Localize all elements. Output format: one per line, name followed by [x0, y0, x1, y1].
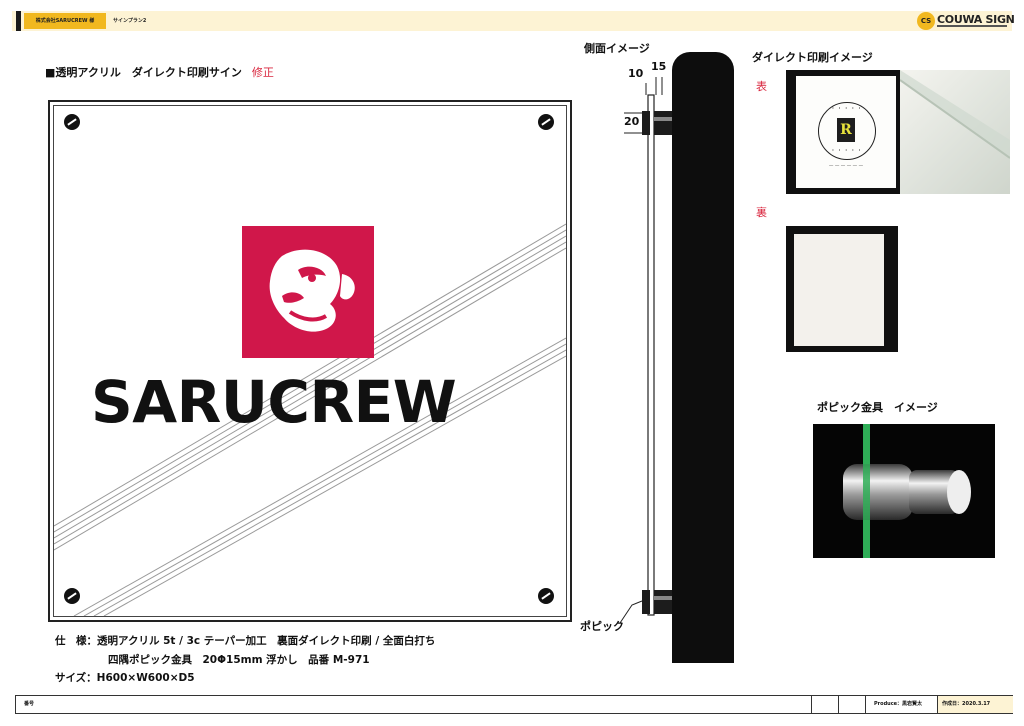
spec-line-1: 仕 様：透明アクリル 5t / 3c テーパー加工 裏面ダイレクト印刷 / 全面…	[55, 635, 436, 647]
spec-line-2: 四隅ポピック金具 20Φ15mm 浮かし 品番 M-971	[108, 654, 370, 666]
pobi-hardware-photo	[813, 424, 995, 558]
dimension-20: 20	[624, 115, 640, 128]
wall-section	[672, 52, 734, 663]
company-logo: CS COUWA SIGN	[917, 12, 1015, 30]
front-print-photo: · · · · · R · · · · · — — — — — —	[786, 70, 1011, 194]
monkey-logo-icon	[242, 226, 374, 358]
spec-size: サイズ：H600×W600×D5	[55, 672, 195, 684]
client-name: 株式会社SARUCREW 様	[24, 13, 106, 29]
logo-tagline-line	[937, 25, 1007, 27]
pobi-hardware-title: ポピック金具 イメージ	[817, 401, 938, 414]
sign-title: ■透明アクリル ダイレクト印刷サイン 修正	[45, 64, 274, 80]
footer-date: 作成日：2020.3.17	[942, 701, 991, 707]
brand-wordmark: SARUCREW	[91, 368, 457, 436]
side-view-title: 側面イメージ	[584, 42, 650, 55]
dimension-10: 10	[628, 67, 644, 80]
sample-card-back	[794, 234, 884, 346]
back-print-photo	[786, 226, 898, 352]
footer-bar: 番号 Produce：黒岩賢太 作成日：2020.3.17	[15, 695, 1013, 714]
screw-icon	[538, 588, 554, 604]
screw-icon	[538, 114, 554, 130]
sample-card-front: · · · · · R · · · · · — — — — — —	[796, 76, 896, 188]
plan-name: サインプラン2	[113, 18, 147, 24]
screw-icon	[64, 588, 80, 604]
badge-top-ring: · · · · ·	[832, 106, 862, 112]
screw-icon	[64, 114, 80, 130]
header-accent	[16, 11, 21, 31]
sign-title-text: ■透明アクリル ダイレクト印刷サイン	[45, 66, 242, 79]
header-bar	[12, 11, 1012, 31]
footer-cell	[811, 696, 838, 713]
footer-date-box: 作成日：2020.3.17	[937, 696, 1013, 713]
direct-print-title: ダイレクト印刷イメージ	[752, 51, 873, 64]
footer-cell	[865, 696, 870, 713]
acrylic-sign-panel	[48, 100, 572, 622]
footer-producer: Produce：黒岩賢太	[874, 701, 923, 707]
badge-letter: R	[837, 118, 855, 142]
footer-number-label: 番号	[24, 701, 35, 707]
reflection-lines	[54, 223, 566, 616]
logo-mark-icon: CS	[917, 12, 935, 30]
front-label: 表	[756, 80, 767, 93]
footer-cell	[838, 696, 865, 713]
side-view-drawing	[619, 77, 672, 624]
acrylic-sign-face	[53, 105, 567, 617]
badge-bottom-ring: · · · · ·	[832, 148, 862, 154]
pobi-label: ポピック	[580, 620, 624, 633]
back-label: 裏	[756, 206, 767, 219]
acrylic-edge-photo	[899, 70, 1011, 194]
dimension-15: 15	[651, 60, 667, 73]
card-caption: — — — — — —	[828, 164, 864, 169]
sample-badge-icon: · · · · · R · · · · ·	[818, 102, 876, 160]
fix-note: 修正	[251, 66, 274, 79]
